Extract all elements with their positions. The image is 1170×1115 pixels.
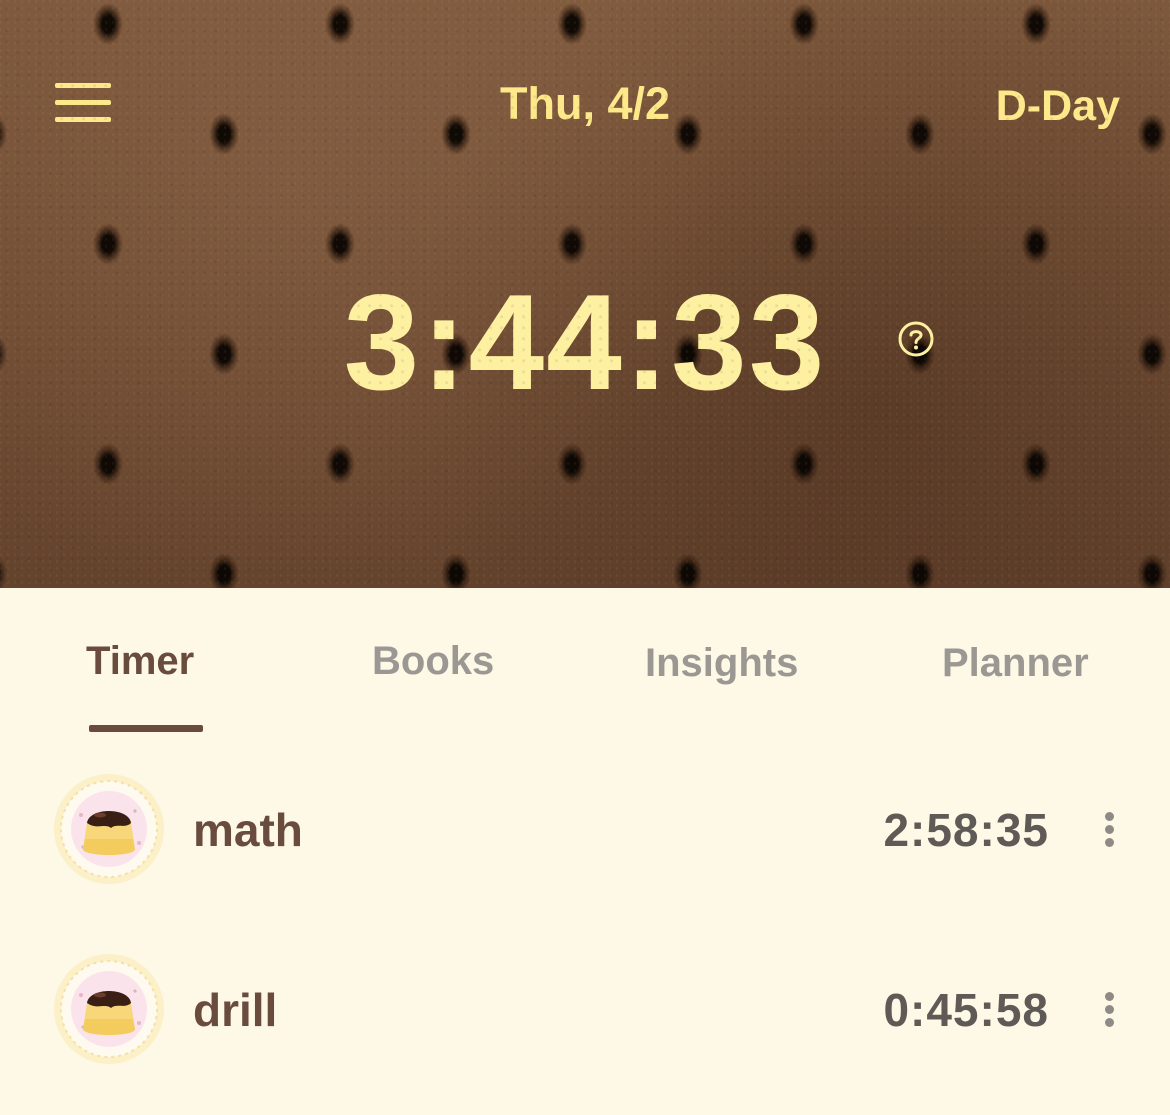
- subject-name: math: [193, 804, 303, 856]
- tab-insights[interactable]: Insights: [645, 640, 798, 686]
- more-options-icon[interactable]: [1098, 990, 1122, 1030]
- dot: [1105, 825, 1114, 834]
- pudding-avatar-icon: [54, 954, 164, 1064]
- active-tab-indicator: [89, 725, 203, 732]
- tab-timer[interactable]: Timer: [86, 638, 194, 684]
- tab-planner[interactable]: Planner: [942, 640, 1089, 686]
- subject-name: drill: [193, 984, 278, 1036]
- header-background: Thu, 4/2 D-Day 3:44:33: [0, 0, 1170, 588]
- subject-time: 2:58:35: [883, 804, 1049, 856]
- subject-row-math[interactable]: math 2:58:35: [0, 770, 1170, 890]
- pudding-avatar-icon: [54, 774, 164, 884]
- current-date: Thu, 4/2: [499, 78, 671, 129]
- menu-line: [55, 100, 111, 105]
- dot: [1105, 992, 1114, 1001]
- menu-line: [55, 117, 111, 122]
- dot: [1105, 838, 1114, 847]
- dot: [1105, 812, 1114, 821]
- subject-row-drill[interactable]: drill 0:45:58: [0, 950, 1170, 1070]
- menu-line: [55, 83, 111, 88]
- dot: [1105, 1018, 1114, 1027]
- tab-books[interactable]: Books: [372, 638, 494, 684]
- dot: [1105, 1005, 1114, 1014]
- more-options-icon[interactable]: [1098, 810, 1122, 850]
- subject-time: 0:45:58: [883, 984, 1049, 1036]
- hamburger-menu-icon[interactable]: [55, 83, 111, 123]
- d-day-button[interactable]: D-Day: [996, 80, 1120, 132]
- question-circle-icon[interactable]: [898, 321, 934, 357]
- total-study-time: 3:44:33: [343, 266, 827, 418]
